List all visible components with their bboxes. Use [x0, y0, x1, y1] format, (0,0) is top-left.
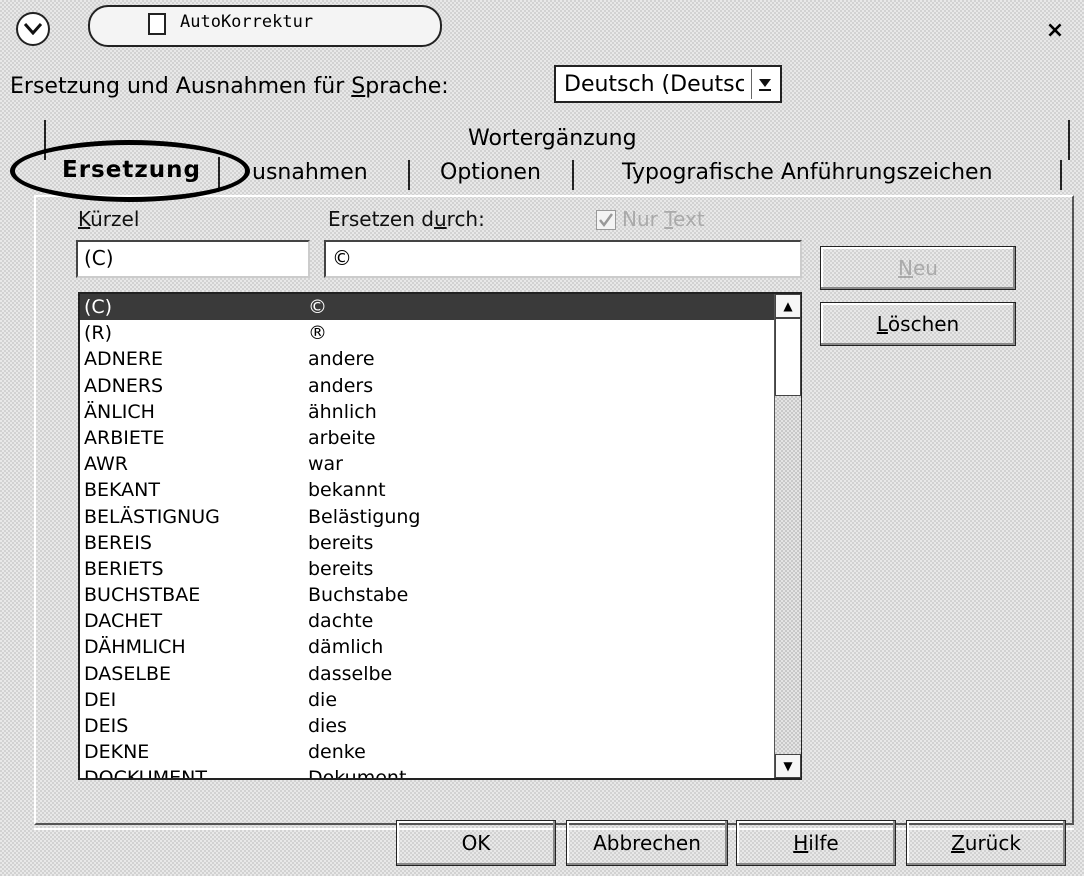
- highlight-ellipse: [10, 140, 250, 202]
- list-row[interactable]: DOCKUMENT Dokument: [80, 765, 800, 780]
- nur-text-label: Nur Text: [622, 207, 705, 231]
- row-replacement: bereits: [308, 531, 374, 554]
- row-shortcut: AWR: [84, 453, 128, 476]
- list-row[interactable]: BERIETS bereits: [80, 556, 800, 582]
- tab-divider: [572, 160, 574, 190]
- row-replacement: ®: [308, 322, 327, 345]
- list-row[interactable]: BUCHSTBAE Buchstabe: [80, 582, 800, 608]
- kurzel-label: Kürzel: [78, 207, 140, 231]
- row-replacement: andere: [308, 348, 375, 371]
- list-row[interactable]: (R) ®: [80, 320, 800, 346]
- abbrechen-button[interactable]: Abbrechen: [566, 820, 728, 866]
- list-row[interactable]: ADNERE andere: [80, 346, 800, 372]
- list-row[interactable]: DASELBE dasselbe: [80, 661, 800, 687]
- row-shortcut: (C): [84, 296, 113, 318]
- list-row[interactable]: BELÄSTIGNUG Belästigung: [80, 504, 800, 530]
- row-shortcut: BUCHSTBAE: [84, 584, 201, 607]
- window-menu-button[interactable]: [16, 12, 50, 46]
- row-shortcut: ÄNLICH: [84, 400, 155, 423]
- language-select-value: Deutsch (Deutsc: [564, 72, 744, 97]
- tab-ausnahmen[interactable]: usnahmen: [252, 160, 368, 185]
- zurueck-button[interactable]: Zurück: [906, 820, 1066, 866]
- language-label: Ersetzung und Ausnahmen für Sprache:: [10, 74, 449, 99]
- list-scrollbar[interactable]: ▲ ▼: [774, 294, 801, 778]
- list-row[interactable]: DEIS dies: [80, 713, 800, 739]
- hilfe-button[interactable]: Hilfe: [736, 820, 896, 866]
- tab-divider: [1068, 120, 1070, 160]
- nur-text-checkbox[interactable]: [596, 210, 616, 230]
- dropdown-arrow-icon[interactable]: [751, 69, 778, 99]
- replacement-list[interactable]: (C) © (R) ® ADNERE andere ADNERS anders ÄNLICH äh…: [78, 292, 802, 780]
- list-row[interactable]: ARBIETE arbeite: [80, 425, 800, 451]
- ersetzen-label: Ersetzen durch:: [328, 207, 485, 231]
- row-shortcut: DEI: [84, 688, 117, 711]
- list-row[interactable]: DEKNE denke: [80, 739, 800, 765]
- row-replacement: Belästigung: [308, 505, 421, 528]
- row-replacement: arbeite: [308, 426, 376, 449]
- row-replacement: denke: [308, 741, 366, 764]
- row-shortcut: BERIETS: [84, 557, 164, 580]
- row-shortcut: BEREIS: [84, 531, 152, 554]
- row-shortcut: ADNERE: [84, 348, 164, 371]
- tab-wortergaenzung[interactable]: Wortergänzung: [468, 126, 637, 151]
- row-replacement: die: [308, 688, 338, 711]
- row-replacement: dasselbe: [308, 662, 393, 685]
- close-button[interactable]: ×: [1044, 20, 1066, 42]
- checkmark-icon: [599, 213, 614, 228]
- row-shortcut: ADNERS: [84, 374, 164, 397]
- list-row[interactable]: BEREIS bereits: [80, 530, 800, 556]
- row-shortcut: (R): [84, 322, 113, 345]
- row-shortcut: DACHET: [84, 610, 163, 633]
- row-replacement: war: [308, 453, 343, 476]
- row-replacement: ©: [308, 296, 327, 318]
- list-row[interactable]: ADNERS anders: [80, 373, 800, 399]
- tab-divider: [1060, 160, 1062, 190]
- scroll-down-arrow-icon[interactable]: ▼: [775, 754, 801, 778]
- ok-button[interactable]: OK: [396, 820, 556, 866]
- row-replacement: bekannt: [308, 479, 386, 502]
- tab-typografische[interactable]: Typografische Anführungszeichen: [622, 160, 993, 185]
- row-shortcut: DASELBE: [84, 662, 171, 685]
- scroll-thumb[interactable]: [775, 318, 801, 396]
- tab-optionen[interactable]: Optionen: [440, 160, 541, 185]
- list-row[interactable]: DEI die: [80, 687, 800, 713]
- neu-button[interactable]: Neu: [820, 246, 1016, 290]
- list-row[interactable]: DACHET dachte: [80, 608, 800, 634]
- row-shortcut: BEKANT: [84, 479, 160, 502]
- list-row[interactable]: ÄNLICH ähnlich: [80, 399, 800, 425]
- row-shortcut: DEIS: [84, 715, 129, 737]
- row-replacement: anders: [308, 374, 374, 397]
- row-shortcut: ARBIETE: [84, 426, 165, 449]
- scroll-up-arrow-icon[interactable]: ▲: [775, 294, 801, 318]
- kurzel-input[interactable]: (C): [76, 240, 310, 278]
- list-row[interactable]: DÄHMLICH dämlich: [80, 634, 800, 660]
- language-select[interactable]: Deutsch (Deutsc: [554, 65, 782, 103]
- chevron-down-icon: [24, 23, 42, 35]
- row-replacement: Buchstabe: [308, 584, 409, 607]
- tab-divider: [408, 160, 410, 190]
- loeschen-button[interactable]: Löschen: [820, 302, 1016, 346]
- document-icon: [148, 13, 166, 35]
- row-shortcut: DÄHMLICH: [84, 636, 186, 659]
- row-shortcut: DEKNE: [84, 741, 150, 764]
- row-replacement: bereits: [308, 557, 374, 580]
- ersetzen-input[interactable]: ©: [324, 240, 802, 278]
- title-bar: AutoKorrektur ×: [0, 0, 1084, 56]
- list-row[interactable]: (C) ©: [80, 294, 800, 321]
- window-title: AutoKorrektur: [180, 12, 314, 32]
- list-row[interactable]: AWR war: [80, 451, 800, 477]
- list-row[interactable]: BEKANT bekannt: [80, 477, 800, 503]
- row-replacement: dachte: [308, 610, 374, 633]
- row-replacement: Dokument: [308, 767, 407, 780]
- row-replacement: dies: [308, 715, 347, 737]
- row-shortcut: BELÄSTIGNUG: [84, 505, 220, 528]
- row-replacement: dämlich: [308, 636, 384, 659]
- row-shortcut: DOCKUMENT: [84, 767, 207, 780]
- row-replacement: ähnlich: [308, 400, 377, 423]
